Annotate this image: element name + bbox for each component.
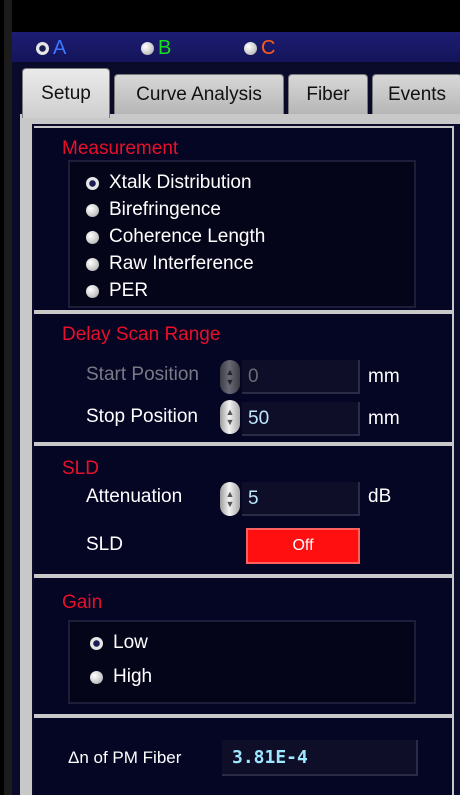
radio-unselected-icon	[244, 42, 257, 55]
option-gain-high[interactable]: High	[90, 666, 152, 688]
radio-unselected-icon	[141, 42, 154, 55]
channel-c-radio[interactable]: C	[244, 37, 275, 60]
tab-events[interactable]: Events	[372, 74, 460, 114]
attenuation-label: Attenuation	[86, 486, 183, 507]
window-edge	[4, 0, 12, 795]
tab-curve-analysis[interactable]: Curve Analysis	[114, 74, 284, 114]
option-label: Low	[113, 632, 148, 653]
title-bar	[12, 0, 460, 32]
stop-position-field[interactable]: 50	[242, 402, 360, 436]
fiber-section: Δn of PM Fiber 3.81E-4	[34, 716, 454, 795]
gain-section: Gain Low High	[34, 576, 454, 716]
option-label: High	[113, 666, 153, 687]
attenuation-field[interactable]: 5	[242, 482, 360, 516]
tab-fiber[interactable]: Fiber	[288, 74, 368, 114]
radio-unselected-icon	[86, 203, 99, 217]
channel-b-radio[interactable]: B	[141, 37, 171, 60]
sld-title: SLD	[62, 458, 99, 479]
sld-section: SLD Attenuation ▲ ▼ 5 dB SLD Off	[34, 444, 454, 576]
stop-position-label: Stop Position	[86, 406, 198, 427]
stop-position-unit: mm	[368, 408, 400, 429]
start-position-unit: mm	[368, 366, 400, 387]
dn-pm-fiber-field[interactable]: 3.81E-4	[222, 740, 418, 776]
option-gain-low[interactable]: Low	[90, 632, 148, 654]
radio-selected-icon	[86, 176, 99, 190]
option-label: Coherence Length	[109, 226, 266, 247]
channel-selector: A B C	[12, 32, 460, 62]
tab-bar: Setup Curve Analysis Fiber Events	[12, 62, 460, 118]
option-coherence-length[interactable]: Coherence Length	[86, 226, 265, 248]
option-label: Xtalk Distribution	[109, 172, 252, 193]
radio-selected-icon	[90, 636, 103, 650]
delay-scan-title: Delay Scan Range	[62, 324, 221, 345]
channel-a-label: A	[53, 37, 67, 59]
dn-pm-fiber-label: Δn of PM Fiber	[68, 748, 182, 767]
attenuation-spinner[interactable]: ▲ ▼	[220, 482, 240, 516]
tab-setup[interactable]: Setup	[22, 68, 110, 118]
option-label: Raw Interference	[109, 253, 254, 274]
start-position-field[interactable]: 0	[242, 360, 360, 394]
measurement-section: Measurement Xtalk Distribution Birefring…	[34, 126, 454, 312]
measurement-title: Measurement	[62, 138, 179, 159]
attenuation-unit: dB	[368, 486, 392, 507]
radio-unselected-icon	[86, 284, 99, 298]
option-xtalk-distribution[interactable]: Xtalk Distribution	[86, 172, 252, 194]
sld-label: SLD	[86, 534, 123, 555]
channel-b-label: B	[158, 37, 172, 59]
option-birefringence[interactable]: Birefringence	[86, 199, 221, 221]
channel-a-radio[interactable]: A	[36, 37, 66, 60]
gain-group: Low High	[68, 620, 416, 704]
start-position-label: Start Position	[86, 364, 199, 385]
sld-toggle-button[interactable]: Off	[246, 528, 360, 564]
gain-title: Gain	[62, 592, 103, 613]
stop-position-spinner[interactable]: ▲ ▼	[220, 400, 240, 434]
start-position-spinner[interactable]: ▲ ▼	[220, 360, 240, 394]
channel-c-label: C	[261, 37, 276, 59]
option-raw-interference[interactable]: Raw Interference	[86, 253, 254, 275]
radio-unselected-icon	[90, 670, 103, 684]
delay-scan-section: Delay Scan Range Start Position ▲ ▼ 0 mm …	[34, 312, 454, 444]
option-per[interactable]: PER	[86, 280, 148, 302]
option-label: Birefringence	[109, 199, 221, 220]
measurement-group: Xtalk Distribution Birefringence Coheren…	[68, 160, 416, 308]
radio-selected-icon	[36, 42, 49, 55]
option-label: PER	[109, 280, 149, 301]
radio-unselected-icon	[86, 257, 99, 271]
radio-unselected-icon	[86, 230, 99, 244]
